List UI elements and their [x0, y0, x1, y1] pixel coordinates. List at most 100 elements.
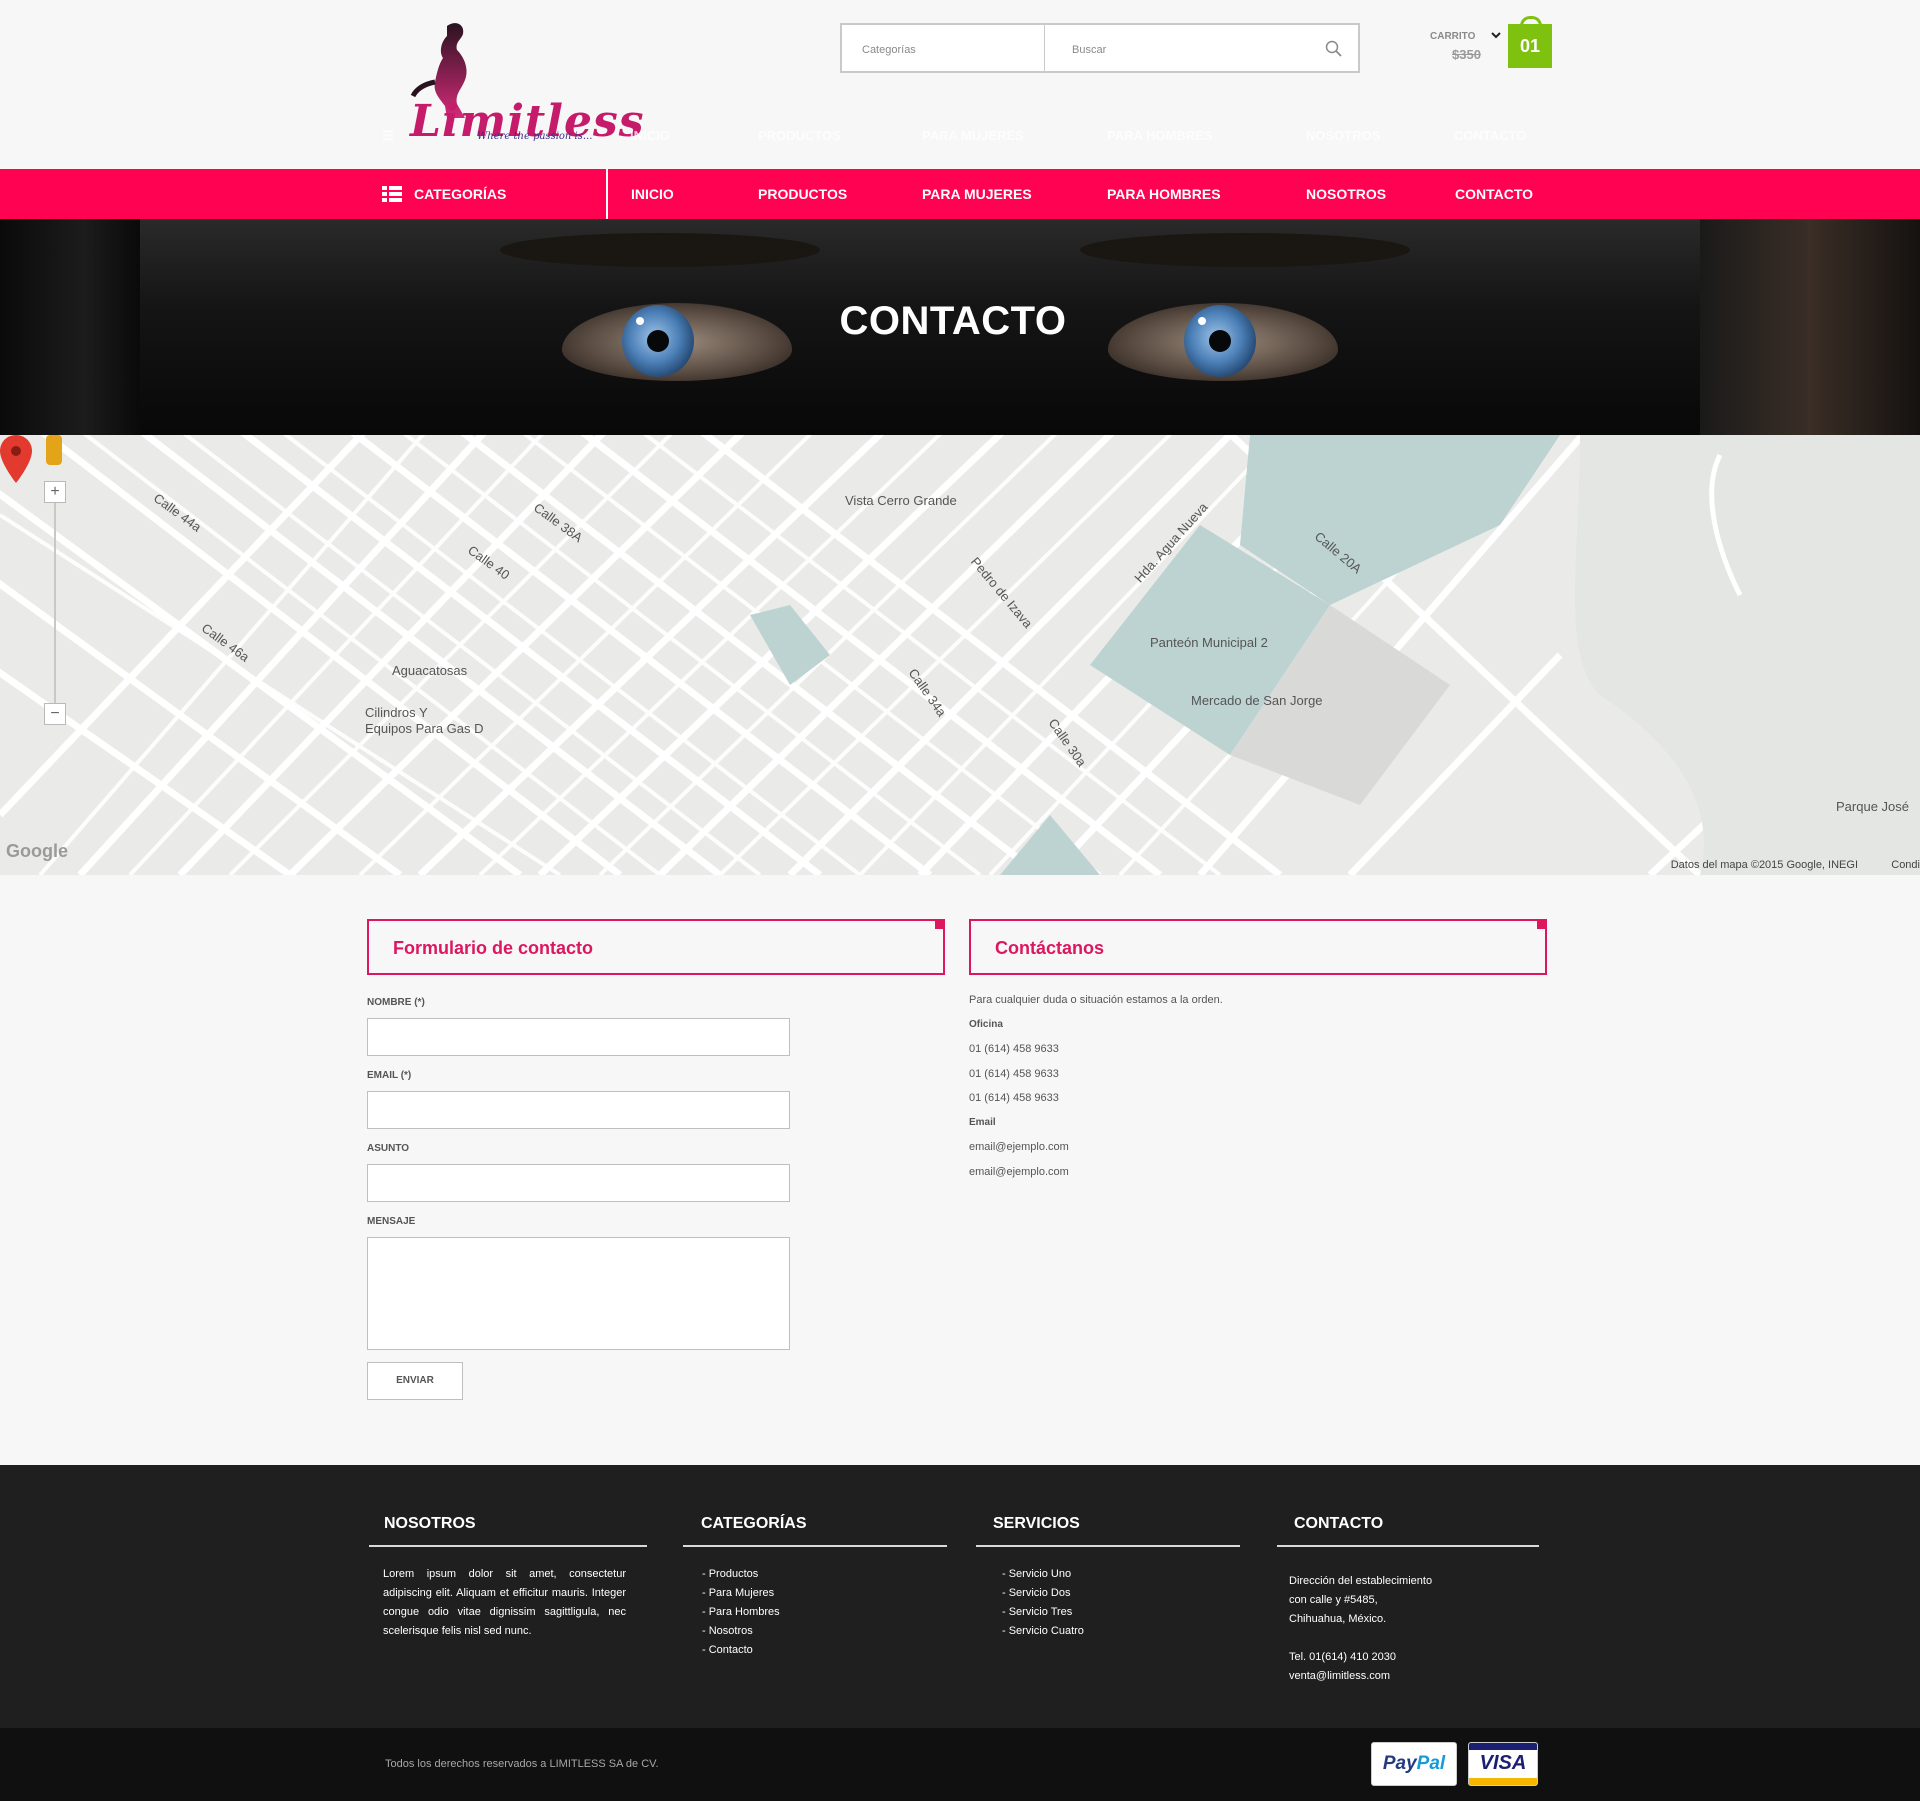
message-textarea[interactable]	[367, 1237, 790, 1350]
search-placeholder: Buscar	[1072, 44, 1107, 56]
footer-about-title: NOSOTROS	[384, 1515, 476, 1532]
map-label-mercado: Mercado de San Jorge	[1191, 693, 1323, 708]
footer-service-3[interactable]: - Servicio Tres	[1002, 1603, 1084, 1622]
street-view-icon[interactable]	[46, 435, 62, 465]
footer-address-3: Chihuahua, México.	[1289, 1613, 1387, 1625]
contact-form-header: Formulario de contacto	[367, 919, 945, 975]
page-title: CONTACTO	[839, 299, 1067, 343]
map-label-equipos: Equipos Para Gas D	[365, 721, 484, 736]
nav-para-hombres[interactable]: PARA HOMBRES	[1107, 169, 1221, 219]
footer-link-hombres[interactable]: - Para Hombres	[702, 1603, 780, 1622]
cart-total: $350	[1452, 47, 1481, 62]
footer-rule	[683, 1545, 947, 1547]
footer-link-contacto[interactable]: - Contacto	[702, 1641, 780, 1660]
message-label: MENSAJE	[367, 1216, 416, 1227]
nav-para-mujeres[interactable]: PARA MUJERES	[922, 169, 1032, 219]
map-label-vista: Vista Cerro Grande	[845, 493, 957, 508]
ghost-nav-contacto: CONTACTO	[1454, 128, 1527, 143]
footer-service-1[interactable]: - Servicio Uno	[1002, 1565, 1084, 1584]
nav-divider	[606, 169, 608, 219]
ghost-nav-inicio: INICIO	[630, 128, 670, 143]
visa-logo: VISA	[1468, 1742, 1538, 1786]
map-label-cilindros: Cilindros Y	[365, 705, 428, 720]
contact-email-1[interactable]: email@ejemplo.com	[969, 1141, 1069, 1153]
search-icon[interactable]	[1324, 39, 1344, 59]
office-phone-2: 01 (614) 458 9633	[969, 1068, 1059, 1080]
map-label-parque: Parque José	[1836, 799, 1909, 814]
footer-phone: Tel. 01(614) 410 2030	[1289, 1651, 1397, 1663]
zoom-in-button[interactable]: +	[44, 481, 66, 503]
footer-link-mujeres[interactable]: - Para Mujeres	[702, 1584, 780, 1603]
map-credit: Datos del mapa ©2015 Google, INEGI	[1670, 859, 1858, 871]
search-bar: Categorías Buscar	[840, 23, 1360, 73]
site-header: Limitless Where the passion is... ☰ INIC…	[0, 0, 1920, 169]
panel-corner	[935, 919, 945, 929]
subject-label: ASUNTO	[367, 1143, 410, 1154]
footer-address-2: con calle y #5485,	[1289, 1594, 1378, 1606]
name-field[interactable]	[367, 1018, 790, 1056]
zoom-out-button[interactable]: −	[44, 703, 66, 725]
main-nav: CATEGORÍAS INICIO PRODUCTOS PARA MUJERES…	[0, 169, 1920, 219]
ghost-nav-productos: PRODUCTOS	[758, 128, 841, 143]
email-label: EMAIL (*)	[367, 1070, 412, 1081]
map-label-aguacatosas: Aguacatosas	[392, 663, 468, 678]
footer-address-1: Dirección del establecimiento	[1289, 1575, 1433, 1587]
footer-services-list: - Servicio Uno - Servicio Dos - Servicio…	[1002, 1565, 1084, 1641]
footer-link-productos[interactable]: - Productos	[702, 1565, 780, 1584]
search-input[interactable]: Buscar	[1045, 25, 1358, 71]
location-pin-icon[interactable]	[0, 435, 32, 483]
google-logo: Google	[6, 841, 68, 861]
location-map[interactable]: Vista Cerro Grande Panteón Municipal 2 M…	[0, 435, 1920, 875]
footer-email[interactable]: venta@limitless.com	[1289, 1667, 1432, 1686]
brand-logo[interactable]: Limitless Where the passion is...	[395, 18, 644, 147]
nav-contacto[interactable]: CONTACTO	[1455, 169, 1533, 219]
footer-service-2[interactable]: - Servicio Dos	[1002, 1584, 1084, 1603]
footer-services-title: SERVICIOS	[993, 1515, 1080, 1532]
categories-menu-label: CATEGORÍAS	[414, 186, 507, 202]
hero-brow-left	[500, 233, 820, 267]
nav-nosotros[interactable]: NOSOTROS	[1306, 169, 1386, 219]
footer-service-4[interactable]: - Servicio Cuatro	[1002, 1622, 1084, 1641]
email-field[interactable]	[367, 1091, 790, 1129]
office-phone-1: 01 (614) 458 9633	[969, 1043, 1059, 1055]
subject-field[interactable]	[367, 1164, 790, 1202]
footer-contact-block: Dirección del establecimiento con calle …	[1289, 1572, 1432, 1686]
footer-categories-title: CATEGORÍAS	[701, 1515, 807, 1532]
copyright: Todos los derechos reservados a LIMITLES…	[385, 1758, 659, 1770]
brand-tagline: Where the passion is...	[477, 131, 593, 142]
contact-info-header: Contáctanos	[969, 919, 1547, 975]
panel-corner	[1537, 919, 1547, 929]
submit-button[interactable]: ENVIAR	[367, 1362, 463, 1400]
footer-rule	[1277, 1545, 1539, 1547]
office-label: Oficina	[969, 1019, 1003, 1030]
footer-categories-list: - Productos - Para Mujeres - Para Hombre…	[702, 1565, 780, 1660]
map-terms-link[interactable]: Condi	[1891, 859, 1920, 871]
nav-productos[interactable]: PRODUCTOS	[758, 169, 847, 219]
ghost-nav-icon: ☰	[382, 128, 394, 143]
name-label: NOMBRE (*)	[367, 997, 425, 1008]
nav-inicio[interactable]: INICIO	[631, 169, 674, 219]
hero-banner: CONTACTO	[0, 219, 1920, 435]
ghost-nav-hombres: PARA HOMBRES	[1107, 128, 1213, 143]
cart-count-badge[interactable]: 01	[1508, 16, 1552, 68]
chevron-down-icon[interactable]	[1489, 28, 1503, 42]
contact-email-2[interactable]: email@ejemplo.com	[969, 1166, 1069, 1178]
cart-label[interactable]: CARRITO	[1430, 31, 1475, 42]
categories-menu-button[interactable]: CATEGORÍAS	[382, 169, 506, 219]
ghost-nav-mujeres: PARA MUJERES	[922, 128, 1024, 143]
office-phone-3: 01 (614) 458 9633	[969, 1092, 1059, 1104]
email-heading: Email	[969, 1117, 996, 1128]
paypal-logo: PayPal	[1371, 1742, 1457, 1786]
zoom-slider[interactable]	[54, 503, 56, 703]
contact-form-title: Formulario de contacto	[393, 938, 594, 958]
contact-info-title: Contáctanos	[995, 938, 1105, 958]
bottom-bar: Todos los derechos reservados a LIMITLES…	[0, 1728, 1920, 1801]
footer-rule	[369, 1545, 647, 1547]
footer-about-text: Lorem ipsum dolor sit amet, consectetur …	[383, 1568, 626, 1637]
hero-brow-right	[1080, 233, 1410, 267]
category-select[interactable]: Categorías	[842, 25, 1045, 71]
footer-rule	[976, 1545, 1240, 1547]
footer-link-nosotros[interactable]: - Nosotros	[702, 1622, 780, 1641]
map-streets	[0, 435, 1920, 875]
site-footer: NOSOTROS Lorem ipsum dolor sit amet, con…	[0, 1465, 1920, 1728]
